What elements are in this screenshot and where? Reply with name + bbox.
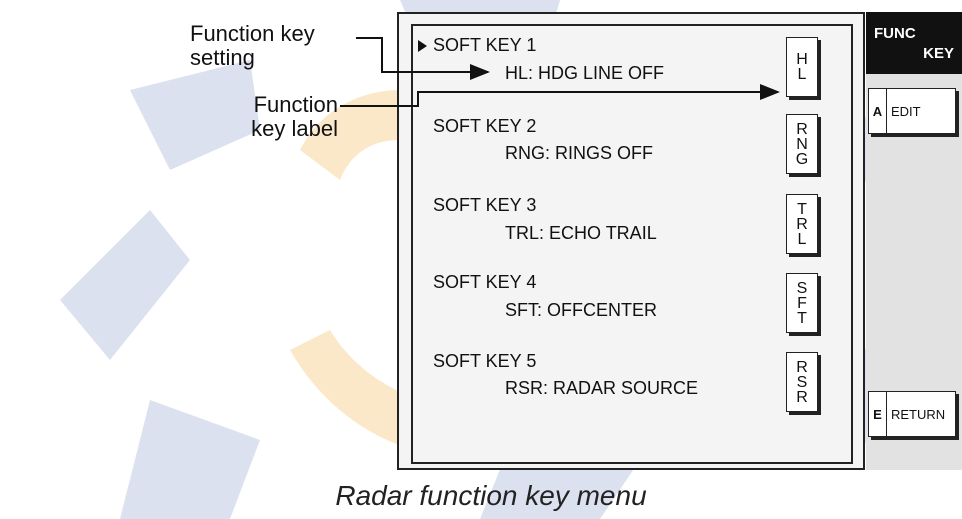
soft-key-5-label: R S R	[786, 352, 818, 412]
soft-key-2-label: R N G	[786, 114, 818, 174]
figure-caption: Radar function key menu	[335, 480, 647, 511]
edit-button-key-letter: A	[869, 89, 887, 133]
soft-key-5-setting[interactable]: RSR: RADAR SOURCE	[505, 378, 698, 398]
callout-function-key-setting: Function key setting	[190, 22, 315, 70]
soft-key-2-title[interactable]: SOFT KEY 2	[433, 116, 536, 136]
callout-function-key-label-text: Function key label	[251, 92, 338, 141]
return-button-key-letter: E	[869, 392, 887, 436]
edit-button[interactable]: A EDIT	[868, 88, 956, 134]
soft-key-3-setting[interactable]: TRL: ECHO TRAIL	[505, 223, 657, 243]
return-button[interactable]: E RETURN	[868, 391, 956, 437]
func-key-header-line2: KEY	[923, 45, 954, 62]
func-key-header-line1: FUNC	[874, 25, 916, 42]
soft-key-1-label: H L	[786, 37, 818, 97]
soft-key-1-title[interactable]: SOFT KEY 1	[433, 35, 536, 55]
soft-key-4-setting[interactable]: SFT: OFFCENTER	[505, 300, 657, 320]
soft-key-3-label: T R L	[786, 194, 818, 254]
callout-function-key-label: Function key label	[218, 93, 338, 141]
soft-key-3-title[interactable]: SOFT KEY 3	[433, 195, 536, 215]
soft-key-4-label: S F T	[786, 273, 818, 333]
edit-button-label: EDIT	[891, 103, 921, 119]
cursor-triangle-icon	[418, 40, 427, 52]
soft-key-4-title[interactable]: SOFT KEY 4	[433, 272, 536, 292]
soft-key-1-setting[interactable]: HL: HDG LINE OFF	[505, 63, 664, 83]
soft-key-5-title[interactable]: SOFT KEY 5	[433, 351, 536, 371]
func-key-header: FUNC KEY	[866, 12, 962, 74]
return-button-label: RETURN	[891, 406, 946, 422]
callout-function-key-setting-text: Function key setting	[190, 21, 315, 70]
soft-key-2-setting[interactable]: RNG: RINGS OFF	[505, 143, 653, 163]
